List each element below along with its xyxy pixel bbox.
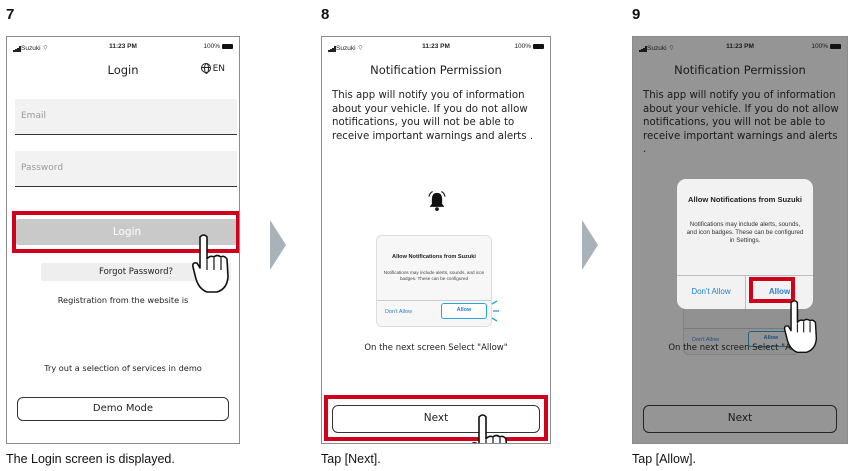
email-field[interactable]: Email <box>15 99 237 135</box>
allow-label: Allow <box>441 303 487 319</box>
step-8-number: 8 <box>321 6 330 23</box>
battery-label: 100% <box>514 43 531 50</box>
demo-mode-button[interactable]: Demo Mode <box>17 397 229 421</box>
step-9-number: 9 <box>632 6 641 23</box>
status-bar: Suzuki ⌔ 11:23 PM 100% <box>13 43 233 53</box>
step-7-number: 7 <box>6 6 15 23</box>
pointing-hand-icon <box>192 234 229 293</box>
dont-allow-label: Don't Allow <box>385 309 413 315</box>
dialog-title: Allow Notifications from Suzuki <box>392 254 476 260</box>
sample-notification-dialog: Allow Notifications from Suzuki Notifica… <box>376 235 499 327</box>
step-7-caption: The Login screen is displayed. <box>6 452 175 466</box>
pointing-hand-icon <box>472 414 508 443</box>
highlight-next <box>324 395 548 441</box>
dialog-body: Notifications may include alerts, sounds… <box>686 221 804 244</box>
step-8-phone: Suzuki ⌔ 11:23 PM 100% Notification Perm… <box>321 36 551 444</box>
permission-description: This app will notify you of information … <box>332 90 534 142</box>
step-9-caption: Tap [Allow]. <box>632 452 696 466</box>
dialog-title: Allow Notifications from Suzuki <box>688 195 802 204</box>
page-title: Notification Permission <box>370 63 502 77</box>
step-8-caption: Tap [Next]. <box>321 452 381 466</box>
instruction-text: On the next screen Select "Allow" <box>364 343 508 353</box>
globe-icon <box>200 63 211 74</box>
language-selector[interactable]: EN <box>200 63 225 74</box>
registration-text: Registration from the website is <box>57 295 189 305</box>
status-time: 11:23 PM <box>109 43 137 50</box>
system-permission-dialog: Allow Notifications from Suzuki Notifica… <box>677 179 813 309</box>
battery-icon <box>533 43 544 49</box>
password-field[interactable]: Password <box>15 151 237 187</box>
step-7-phone: Suzuki ⌔ 11:23 PM 100% Login EN Email Pa… <box>6 36 240 444</box>
pointing-hand-icon <box>783 300 818 354</box>
language-label: EN <box>212 64 225 74</box>
step-9-phone: Suzuki ⌔ 11:23 PM 100% Notification Perm… <box>632 36 848 444</box>
dialog-body: Notifications may include alerts, sounds… <box>383 270 485 281</box>
status-bar: Suzuki ⌔ 11:23 PM 100% <box>328 43 544 53</box>
status-time: 11:23 PM <box>422 43 450 50</box>
emphasis-marks-icon <box>491 300 499 322</box>
chevron-right-icon <box>582 220 598 270</box>
dont-allow-button[interactable]: Don't Allow <box>677 287 745 296</box>
demo-text: Try out a selection of services in demo <box>44 363 202 373</box>
battery-label: 100% <box>203 43 220 50</box>
chevron-right-icon <box>270 220 286 270</box>
bell-icon <box>428 190 446 211</box>
divider <box>377 300 491 301</box>
battery-icon <box>222 43 233 49</box>
